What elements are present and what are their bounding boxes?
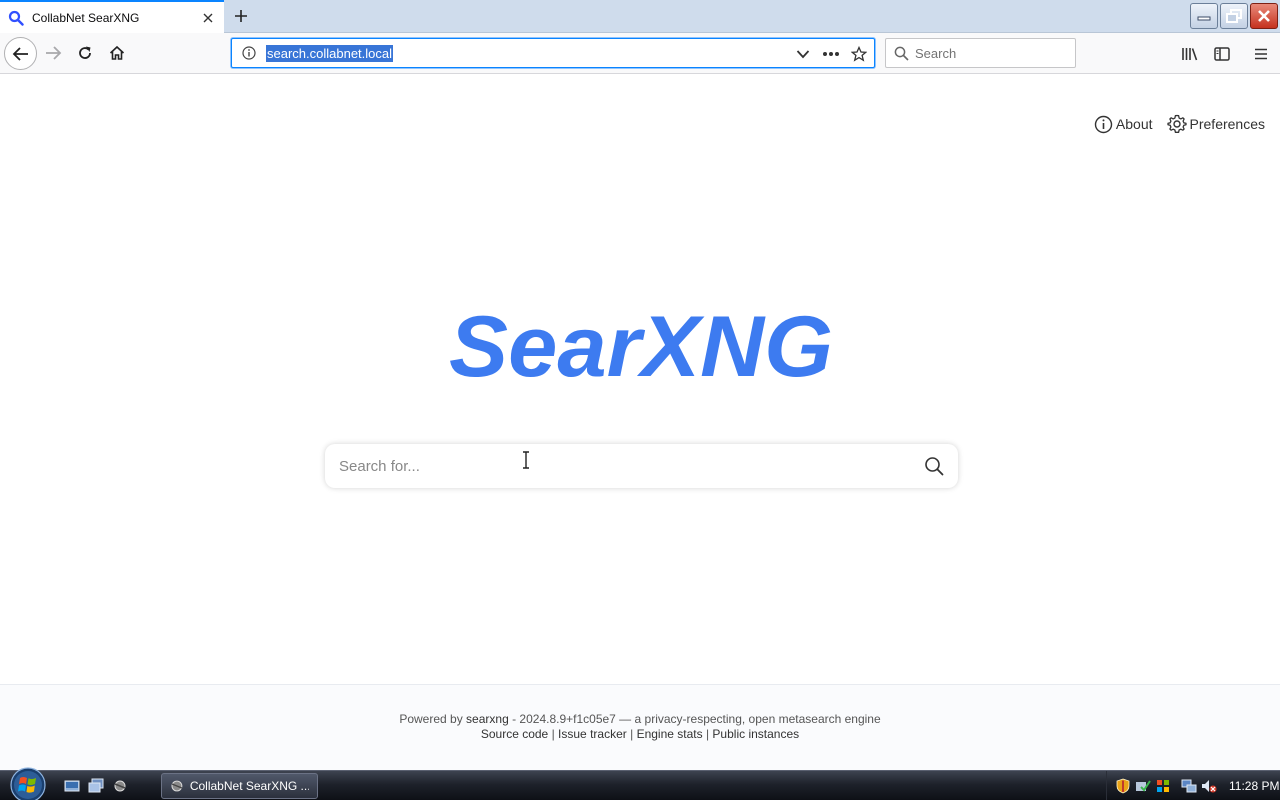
issue-tracker-link[interactable]: Issue tracker [558, 727, 627, 741]
info-circle-icon [1094, 115, 1113, 133]
source-code-link[interactable]: Source code [481, 727, 548, 741]
menu-icon [1255, 48, 1267, 60]
site-info-icon[interactable] [240, 44, 258, 62]
version-text: - 2024.8.9+f1c05e7 — a privacy-respectin… [512, 712, 881, 726]
url-bar[interactable]: search.collabnet.local [231, 38, 875, 68]
library-icon [1182, 48, 1198, 61]
searxng-favicon-icon [8, 10, 24, 26]
forward-button[interactable] [38, 38, 68, 68]
searxng-logo: SearXNG [446, 299, 836, 395]
public-instances-link[interactable]: Public instances [712, 727, 799, 741]
taskbar-window-label: CollabNet SearXNG ... [189, 779, 309, 793]
restore-window-button[interactable] [1220, 3, 1248, 29]
system-tray: 11:28 PM [1106, 771, 1280, 800]
text-cursor-icon [523, 451, 529, 469]
search-icon [925, 457, 944, 476]
gear-icon [1166, 114, 1187, 133]
tab-strip: CollabNet SearXNG [0, 0, 1280, 33]
plus-icon [235, 10, 247, 22]
taskbar-clock[interactable]: 11:28 PM [1229, 779, 1279, 793]
show-desktop-icon[interactable] [64, 778, 80, 794]
tab-title: CollabNet SearXNG [32, 10, 140, 25]
start-button[interactable] [8, 767, 48, 800]
powered-by-text: Powered by [399, 712, 463, 726]
forward-arrow-icon [46, 46, 62, 60]
browser-search-box[interactable] [885, 38, 1076, 68]
volume-muted-icon[interactable] [1201, 778, 1217, 794]
restore-icon [1226, 9, 1242, 23]
library-button[interactable] [1179, 43, 1201, 65]
back-button[interactable] [4, 37, 37, 70]
about-label: About [1115, 116, 1153, 132]
app-window-icon [171, 780, 183, 792]
footer-line-1: Powered by searxng - 2024.8.9+f1c05e7 — … [0, 712, 1280, 727]
reload-icon [79, 46, 91, 59]
minimize-icon [1197, 16, 1211, 21]
taskbar-window-button[interactable]: CollabNet SearXNG ... [161, 773, 318, 799]
new-tab-button[interactable] [228, 4, 254, 28]
top-links: About Preferences [1094, 114, 1265, 134]
search-submit-button[interactable] [922, 454, 946, 478]
menu-button[interactable] [1250, 43, 1272, 65]
search-bar[interactable] [325, 444, 958, 488]
footer: Powered by searxng - 2024.8.9+f1c05e7 — … [0, 684, 1280, 770]
searxng-link[interactable]: searxng [466, 712, 509, 726]
navigation-toolbar: search.collabnet.local [0, 33, 1280, 74]
windows-start-icon [10, 767, 46, 800]
searxng-page: About Preferences SearXNG Powered by sea… [0, 74, 1280, 770]
footer-separator: | [630, 727, 634, 741]
home-icon [109, 45, 125, 60]
search-icon [894, 46, 909, 61]
search-input[interactable] [339, 457, 922, 475]
preferences-label: Preferences [1189, 116, 1265, 132]
url-text[interactable]: search.collabnet.local [266, 44, 394, 62]
windows-flag-icon[interactable] [1155, 778, 1171, 794]
footer-separator: | [551, 727, 555, 741]
logo-text: SearXNG [449, 300, 833, 390]
url-dropdown-chevron-down-icon[interactable] [792, 43, 814, 65]
home-button[interactable] [102, 38, 132, 68]
sidebar-button[interactable] [1211, 43, 1233, 65]
close-tab-icon[interactable] [200, 10, 216, 26]
preferences-link[interactable]: Preferences [1166, 114, 1265, 134]
browser-tab[interactable]: CollabNet SearXNG [0, 0, 224, 33]
engine-stats-link[interactable]: Engine stats [637, 727, 703, 741]
footer-separator: | [705, 727, 710, 741]
security-shield-icon[interactable] [1115, 778, 1131, 794]
back-arrow-icon [12, 46, 28, 61]
switch-windows-icon[interactable] [88, 778, 104, 794]
close-window-button[interactable] [1250, 3, 1278, 29]
browser-search-input[interactable] [915, 45, 1065, 61]
sidebar-icon [1214, 47, 1230, 61]
taskbar: CollabNet SearXNG ... 11:28 PM [0, 767, 1280, 800]
page-actions-more-icon[interactable] [820, 43, 842, 65]
quick-launch-app-icon[interactable] [112, 778, 128, 794]
close-window-icon [1258, 10, 1270, 22]
footer-line-2: Source code | Issue tracker | Engine sta… [0, 727, 1280, 742]
about-link[interactable]: About [1094, 115, 1153, 134]
network-icon[interactable] [1181, 778, 1197, 794]
reload-button[interactable] [70, 38, 100, 68]
minimize-window-button[interactable] [1190, 3, 1218, 29]
update-check-icon[interactable] [1135, 778, 1151, 794]
bookmark-star-icon[interactable] [848, 43, 870, 65]
